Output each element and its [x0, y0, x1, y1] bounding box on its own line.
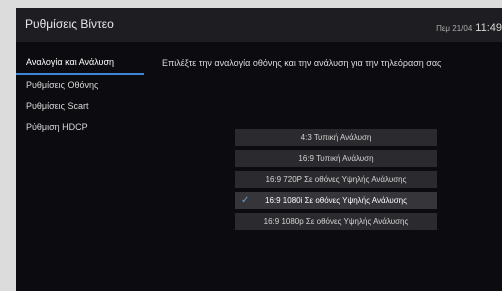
option-label: 16:9 1080p Σε οθόνες Υψηλής Ανάλυσης	[263, 217, 409, 226]
option-label: 16:9 Τυπική Ανάλυση	[298, 154, 374, 163]
sidebar-item-scart-settings[interactable]: Ρυθμίσεις Scart	[16, 96, 144, 117]
page-title: Ρυθμίσεις Βίντεο	[25, 17, 114, 31]
settings-sidebar: Αναλογία και Ανάλυση Ρυθμίσεις Οθόνης Ρυ…	[16, 52, 144, 138]
clock: Πεμ 21/04 11:49	[436, 18, 502, 36]
header-bar: Ρυθμίσεις Βίντεο Πεμ 21/04 11:49	[16, 8, 502, 42]
clock-time: 11:49	[475, 22, 502, 34]
instruction-text: Επιλέξτε την αναλογία οθόνης και την ανά…	[162, 58, 442, 68]
option-16-9-1080p[interactable]: 16:9 1080p Σε οθόνες Υψηλής Ανάλυσης	[235, 213, 437, 230]
option-label: 16:9 720P Σε οθόνες Υψηλής Ανάλυσης	[265, 175, 407, 184]
clock-date: Πεμ 21/04	[436, 24, 473, 33]
resolution-options: 4:3 Τυπική Ανάλυση 16:9 Τυπική Ανάλυση 1…	[235, 129, 437, 234]
option-4-3-standard[interactable]: 4:3 Τυπική Ανάλυση	[235, 129, 437, 146]
sidebar-item-aspect-resolution[interactable]: Αναλογία και Ανάλυση	[16, 52, 144, 75]
sidebar-item-display-settings[interactable]: Ρυθμίσεις Οθόνης	[16, 75, 144, 96]
option-label: 4:3 Τυπική Ανάλυση	[300, 133, 372, 142]
option-16-9-1080i[interactable]: ✓ 16:9 1080i Σε οθόνες Υψηλής Ανάλυσης	[235, 192, 437, 209]
tv-screen: Ρυθμίσεις Βίντεο Πεμ 21/04 11:49 Αναλογία…	[16, 8, 502, 291]
sidebar-item-hdcp[interactable]: Ρύθμιση HDCP	[16, 117, 144, 138]
option-label: 16:9 1080i Σε οθόνες Υψηλής Ανάλυσης	[265, 196, 407, 205]
checkmark-icon: ✓	[241, 195, 250, 206]
option-16-9-720p[interactable]: 16:9 720P Σε οθόνες Υψηλής Ανάλυσης	[235, 171, 437, 188]
option-16-9-standard[interactable]: 16:9 Τυπική Ανάλυση	[235, 150, 437, 167]
